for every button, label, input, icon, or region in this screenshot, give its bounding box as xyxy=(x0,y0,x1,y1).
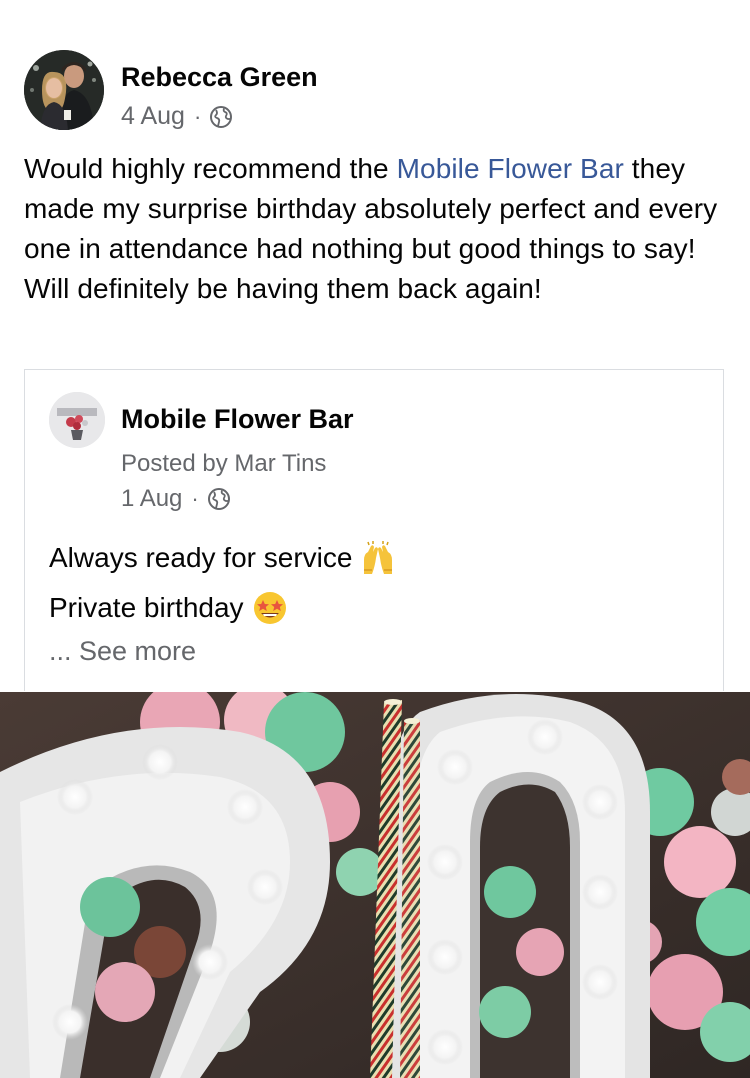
post-photo[interactable] xyxy=(0,692,750,1078)
shared-post-line-2-text: Private birthday xyxy=(49,592,244,623)
globe-icon xyxy=(210,105,233,128)
shared-post-card[interactable]: Mobile Flower Bar Posted by Mar Tins 1 A… xyxy=(24,369,724,691)
post-card: Rebecca Green 4 Aug · Would highly recom… xyxy=(0,0,750,1078)
post-text: Would highly recommend the Mobile Flower… xyxy=(24,149,724,309)
posted-by: Posted by Mar Tins xyxy=(121,450,327,477)
shared-post-line-2: Private birthday xyxy=(49,590,288,626)
meta-separator: · xyxy=(193,103,202,129)
page-avatar[interactable] xyxy=(49,392,105,448)
shared-post-line-1: Always ready for service xyxy=(49,540,396,576)
photo-marquee-numbers-balloons xyxy=(0,692,750,1078)
globe-icon xyxy=(207,488,230,510)
post-text-part1: Would highly recommend the xyxy=(24,153,397,184)
shared-post-date[interactable]: 1 Aug xyxy=(121,485,182,513)
page-avatar-logo xyxy=(49,392,105,448)
author-avatar[interactable] xyxy=(24,50,104,130)
mention-link[interactable]: Mobile Flower Bar xyxy=(397,153,624,184)
post-header: Rebecca Green 4 Aug · xyxy=(24,50,724,132)
meta-separator: · xyxy=(191,486,199,511)
star-struck-emoji-icon xyxy=(253,592,286,624)
post-date[interactable]: 4 Aug xyxy=(121,102,185,131)
shared-post-meta: 1 Aug · xyxy=(121,485,231,513)
page-name[interactable]: Mobile Flower Bar xyxy=(121,404,354,435)
raising-hands-emoji-icon xyxy=(364,541,393,574)
see-more-link[interactable]: ... See more xyxy=(49,636,196,667)
avatar-photo xyxy=(24,50,104,130)
author-name[interactable]: Rebecca Green xyxy=(121,62,318,93)
shared-post-line-1-text: Always ready for service xyxy=(49,542,353,573)
post-meta: 4 Aug · xyxy=(121,102,233,131)
